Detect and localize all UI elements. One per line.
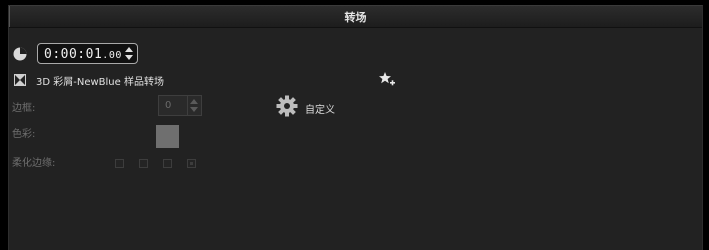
soft-edge-option-none[interactable]	[115, 159, 124, 168]
duration-value: 0:00:01.00	[44, 47, 122, 62]
soft-edge-option-medium[interactable]	[163, 159, 172, 168]
gear-icon[interactable]	[276, 95, 298, 117]
transition-name: 3D 彩屑-NewBlue 样品转场	[36, 77, 164, 88]
soft-edge-option-strong[interactable]	[187, 159, 196, 168]
decrement-arrow-icon[interactable]	[125, 55, 133, 60]
clock-icon	[13, 47, 27, 61]
border-width-stepper[interactable]: 0	[158, 95, 202, 116]
decrement-arrow-icon[interactable]	[190, 107, 198, 112]
color-swatch[interactable]	[156, 125, 179, 148]
increment-arrow-icon[interactable]	[190, 99, 198, 104]
border-spinner[interactable]	[187, 96, 201, 115]
border-label: 边框:	[12, 103, 36, 114]
border-width-value: 0	[165, 100, 172, 111]
transition-icon	[14, 74, 26, 86]
duration-spinner[interactable]	[125, 47, 134, 60]
duration-timecode-field[interactable]: 0:00:01.00	[37, 43, 138, 64]
transition-panel: 转场 0:00:01.00 3D 彩屑-NewBlue 样品转场 边框: 0 自…	[8, 5, 703, 250]
panel-titlebar: 转场	[9, 6, 702, 28]
add-favorite-icon[interactable]	[379, 72, 395, 88]
soft-edge-label: 柔化边缘:	[12, 158, 56, 169]
soft-edge-option-weak[interactable]	[139, 159, 148, 168]
customize-label[interactable]: 自定义	[305, 101, 335, 116]
increment-arrow-icon[interactable]	[125, 47, 133, 52]
color-label: 色彩:	[12, 129, 36, 140]
panel-title: 转场	[344, 11, 367, 24]
